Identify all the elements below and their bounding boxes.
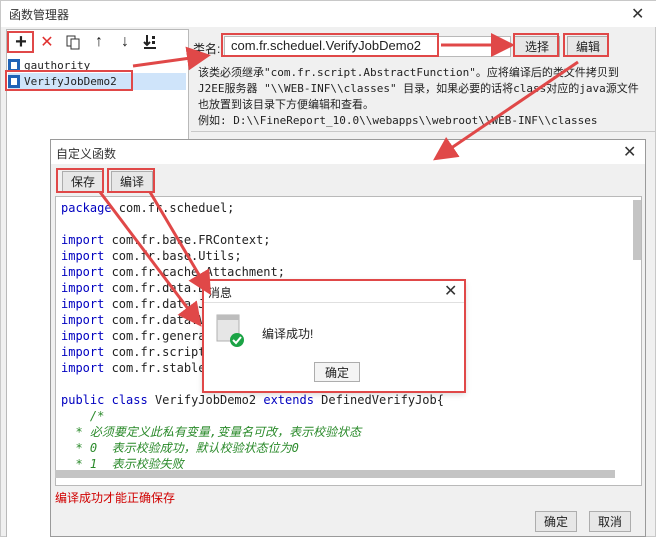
annotation-arrow (98, 191, 202, 327)
annotation-arrow (148, 191, 212, 296)
annotation-arrows (98, 33, 579, 327)
annotation-arrow (433, 60, 579, 161)
annotation-arrow (132, 46, 211, 71)
